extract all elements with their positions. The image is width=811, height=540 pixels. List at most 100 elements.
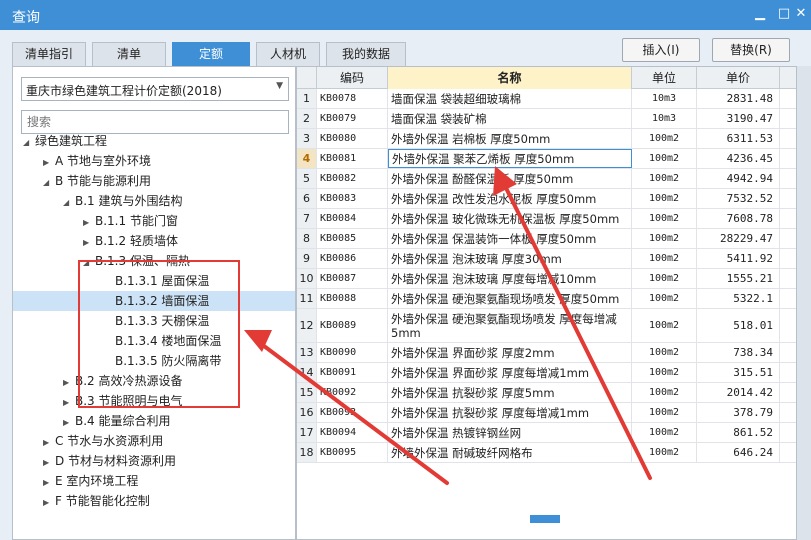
row-number-cell[interactable]: 16 — [297, 403, 317, 422]
price-cell[interactable]: 646.24 — [697, 443, 780, 462]
name-cell[interactable]: 外墙外保温 保温装饰一体板 厚度50mm — [388, 229, 632, 248]
tree-item[interactable]: ▶ A 节地与室外环境 — [43, 151, 151, 171]
row-number-cell[interactable]: 11 — [297, 289, 317, 308]
table-row[interactable]: 3 KB0080 外墙外保温 岩棉板 厚度50mm 100m2 6311.53 — [297, 129, 796, 149]
quota-library-select[interactable]: 重庆市绿色建筑工程计价定额(2018) ▼ — [21, 77, 289, 101]
row-number-cell[interactable]: 5 — [297, 169, 317, 188]
tab-bill[interactable]: 清单 — [92, 42, 166, 66]
insert-button[interactable]: 插入(I) — [622, 38, 700, 62]
price-cell[interactable]: 5322.1 — [697, 289, 780, 308]
name-cell[interactable]: 外墙外保温 泡沫玻璃 厚度每增减10mm — [388, 269, 632, 288]
row-number-cell[interactable]: 12 — [297, 309, 317, 342]
unit-cell[interactable]: 10m3 — [632, 109, 697, 128]
unit-cell[interactable]: 100m2 — [632, 423, 697, 442]
table-row[interactable]: 10 KB0087 外墙外保温 泡沫玻璃 厚度每增减10mm 100m2 1555.21 — [297, 269, 796, 289]
panel-splitter-handle[interactable] — [530, 515, 560, 523]
expand-triangle-icon[interactable]: ▶ — [63, 373, 75, 393]
unit-cell[interactable]: 100m2 — [632, 309, 697, 342]
row-number-cell[interactable]: 14 — [297, 363, 317, 382]
tab-labor-material[interactable]: 人材机 — [256, 42, 320, 66]
name-cell[interactable]: 外墙外保温 界面砂浆 厚度2mm — [388, 343, 632, 362]
code-cell[interactable]: KB0086 — [317, 249, 388, 268]
row-number-cell[interactable]: 10 — [297, 269, 317, 288]
code-cell[interactable]: KB0088 — [317, 289, 388, 308]
unit-cell[interactable]: 100m2 — [632, 169, 697, 188]
table-row[interactable]: 8 KB0085 外墙外保温 保温装饰一体板 厚度50mm 100m2 28229.47 — [297, 229, 796, 249]
expand-triangle-icon[interactable]: ▶ — [83, 233, 95, 253]
code-cell[interactable]: KB0089 — [317, 309, 388, 342]
unit-cell[interactable]: 100m2 — [632, 129, 697, 148]
header-code[interactable]: 编码 — [317, 67, 388, 89]
price-cell[interactable]: 518.01 — [697, 309, 780, 342]
table-row[interactable]: 16 KB0093 外墙外保温 抗裂砂浆 厚度每增减1mm 100m2 378.79 — [297, 403, 796, 423]
table-row[interactable]: 5 KB0082 外墙外保温 酚醛保温板 厚度50mm 100m2 4942.94 — [297, 169, 796, 189]
price-cell[interactable]: 28229.47 — [697, 229, 780, 248]
name-cell[interactable]: 外墙外保温 热镀锌钢丝网 — [388, 423, 632, 442]
tree-item[interactable]: ◢ 绿色建筑工程 — [23, 131, 107, 151]
unit-cell[interactable]: 100m2 — [632, 363, 697, 382]
name-cell[interactable]: 外墙外保温 硬泡聚氨酯现场喷发 厚度每增减5mm — [388, 309, 632, 342]
tree-item[interactable]: ▶ D 节材与材料资源利用 — [43, 451, 176, 471]
price-cell[interactable]: 2014.42 — [697, 383, 780, 402]
unit-cell[interactable]: 100m2 — [632, 229, 697, 248]
price-cell[interactable]: 4236.45 — [697, 149, 780, 168]
table-row[interactable]: 13 KB0090 外墙外保温 界面砂浆 厚度2mm 100m2 738.34 — [297, 343, 796, 363]
table-row[interactable]: 9 KB0086 外墙外保温 泡沫玻璃 厚度30mm 100m2 5411.92 — [297, 249, 796, 269]
unit-cell[interactable]: 100m2 — [632, 149, 697, 168]
name-cell[interactable]: 外墙外保温 岩棉板 厚度50mm — [388, 129, 632, 148]
name-cell[interactable]: 外墙外保温 抗裂砂浆 厚度5mm — [388, 383, 632, 402]
price-cell[interactable]: 861.52 — [697, 423, 780, 442]
collapse-triangle-icon[interactable]: ◢ — [43, 173, 55, 193]
price-cell[interactable]: 315.51 — [697, 363, 780, 382]
code-cell[interactable]: KB0082 — [317, 169, 388, 188]
code-cell[interactable]: KB0083 — [317, 189, 388, 208]
tree-item[interactable]: ◢ B 节能与能源利用 — [43, 171, 151, 191]
name-cell[interactable]: 外墙外保温 硬泡聚氨酯现场喷发 厚度50mm — [388, 289, 632, 308]
code-cell[interactable]: KB0093 — [317, 403, 388, 422]
tree-item[interactable]: ▶ B.1.2 轻质墙体 — [83, 231, 178, 251]
code-cell[interactable]: KB0090 — [317, 343, 388, 362]
dropdown-arrow-icon[interactable]: ▼ — [276, 81, 283, 91]
table-row[interactable]: 17 KB0094 外墙外保温 热镀锌钢丝网 100m2 861.52 — [297, 423, 796, 443]
code-cell[interactable]: KB0095 — [317, 443, 388, 462]
table-row[interactable]: 14 KB0091 外墙外保温 界面砂浆 厚度每增减1mm 100m2 315.51 — [297, 363, 796, 383]
tree-item[interactable]: ▶ E 室内环境工程 — [43, 471, 138, 491]
name-cell[interactable]: 墙面保温 袋装超细玻璃棉 — [388, 89, 632, 108]
tree-item[interactable]: ▶ B.1.1 节能门窗 — [83, 211, 178, 231]
row-number-cell[interactable]: 3 — [297, 129, 317, 148]
row-number-cell[interactable]: 6 — [297, 189, 317, 208]
tree-item[interactable]: ◢ B.1 建筑与外围结构 — [63, 191, 183, 211]
row-number-cell[interactable]: 9 — [297, 249, 317, 268]
unit-cell[interactable]: 100m2 — [632, 289, 697, 308]
tab-my-data[interactable]: 我的数据 — [326, 42, 406, 66]
unit-cell[interactable]: 100m2 — [632, 343, 697, 362]
unit-cell[interactable]: 100m2 — [632, 383, 697, 402]
row-number-cell[interactable]: 13 — [297, 343, 317, 362]
table-row[interactable]: 15 KB0092 外墙外保温 抗裂砂浆 厚度5mm 100m2 2014.42 — [297, 383, 796, 403]
price-cell[interactable]: 3190.47 — [697, 109, 780, 128]
unit-cell[interactable]: 100m2 — [632, 403, 697, 422]
expand-triangle-icon[interactable]: ▶ — [43, 493, 55, 513]
tab-bill-guide[interactable]: 清单指引 — [12, 42, 86, 66]
row-number-cell[interactable]: 2 — [297, 109, 317, 128]
price-cell[interactable]: 4942.94 — [697, 169, 780, 188]
expand-triangle-icon[interactable]: ▶ — [63, 393, 75, 413]
name-cell[interactable]: 墙面保温 袋装矿棉 — [388, 109, 632, 128]
tree-item[interactable]: ▶ C 节水与水资源利用 — [43, 431, 163, 451]
table-row[interactable]: 6 KB0083 外墙外保温 改性发泡水泥板 厚度50mm 100m2 7532.52 — [297, 189, 796, 209]
table-row[interactable]: 12 KB0089 外墙外保温 硬泡聚氨酯现场喷发 厚度每增减5mm 100m2 518… — [297, 309, 796, 343]
price-cell[interactable]: 738.34 — [697, 343, 780, 362]
code-cell[interactable]: KB0092 — [317, 383, 388, 402]
unit-cell[interactable]: 10m3 — [632, 89, 697, 108]
code-cell[interactable]: KB0091 — [317, 363, 388, 382]
name-cell[interactable]: 外墙外保温 耐碱玻纤网格布 — [388, 443, 632, 462]
expand-triangle-icon[interactable]: ▶ — [43, 453, 55, 473]
price-cell[interactable]: 2831.48 — [697, 89, 780, 108]
price-cell[interactable]: 6311.53 — [697, 129, 780, 148]
name-cell[interactable]: 外墙外保温 酚醛保温板 厚度50mm — [388, 169, 632, 188]
expand-triangle-icon[interactable]: ▶ — [43, 153, 55, 173]
name-cell[interactable]: 外墙外保温 聚苯乙烯板 厚度50mm — [388, 149, 632, 168]
table-row[interactable]: 18 KB0095 外墙外保温 耐碱玻纤网格布 100m2 646.24 — [297, 443, 796, 463]
code-cell[interactable]: KB0085 — [317, 229, 388, 248]
price-cell[interactable]: 378.79 — [697, 403, 780, 422]
